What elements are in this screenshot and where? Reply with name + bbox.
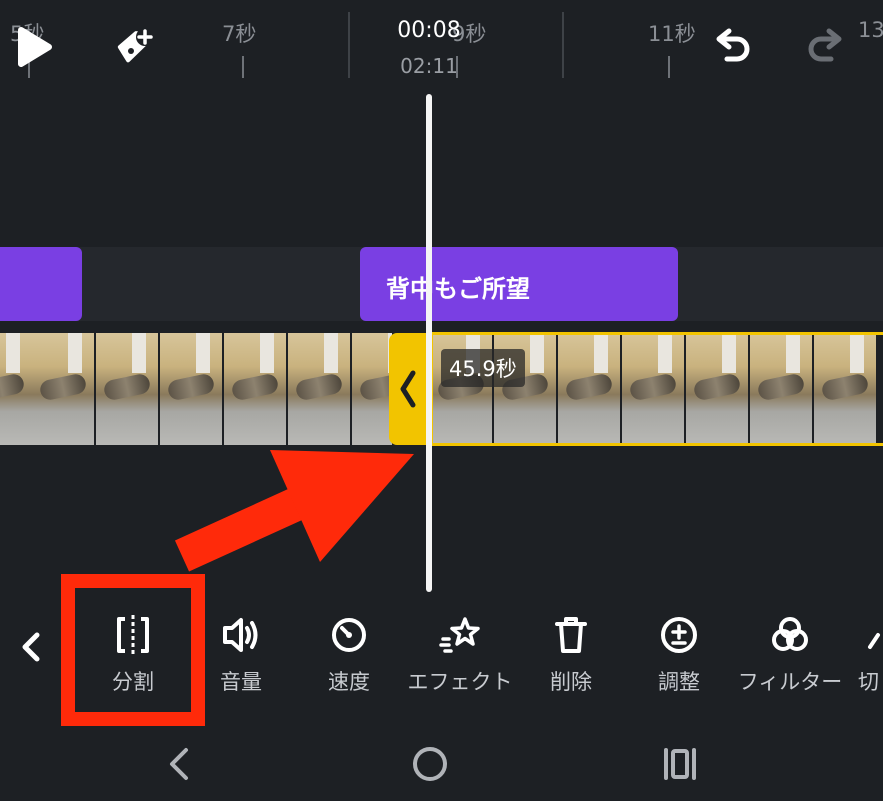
play-button[interactable]	[10, 24, 56, 70]
video-frame	[160, 333, 224, 445]
ruler-label: 13	[858, 18, 883, 42]
chevron-left-icon	[400, 370, 416, 408]
tool-effect[interactable]: エフェクト	[404, 612, 516, 696]
video-frame	[288, 333, 352, 445]
tool-label: 削除	[550, 670, 592, 694]
clip-duration-badge: 45.9秒	[441, 349, 525, 387]
trim-handle-left[interactable]	[389, 333, 429, 445]
nav-back-button[interactable]	[156, 740, 204, 788]
video-clip[interactable]	[0, 333, 392, 445]
undo-button[interactable]	[710, 24, 756, 70]
tool-crop[interactable]: 切	[846, 612, 883, 696]
text-clip[interactable]	[0, 247, 82, 321]
text-clip-label: 背中もご所望	[386, 275, 530, 303]
redo-icon	[808, 28, 842, 62]
tool-label: フィルター	[737, 670, 843, 694]
video-frame	[96, 333, 160, 445]
ruler-tick	[668, 56, 670, 78]
adjust-icon	[661, 617, 697, 653]
play-icon	[18, 27, 52, 67]
crop-icon	[868, 633, 880, 649]
nav-home-button[interactable]	[406, 740, 454, 788]
effect-icon	[439, 617, 480, 653]
tool-delete[interactable]: 削除	[516, 612, 626, 696]
recents-icon	[664, 748, 696, 780]
redo-button[interactable]	[802, 24, 848, 70]
filter-icon	[772, 617, 808, 651]
volume-icon	[223, 618, 258, 652]
tool-label: エフェクト	[407, 670, 513, 694]
undo-icon	[716, 28, 750, 62]
tool-label: 速度	[328, 670, 370, 694]
add-keyframe-button[interactable]	[112, 24, 160, 70]
ruler-tick	[562, 12, 564, 78]
ruler-label: 7秒	[222, 22, 257, 46]
tool-label: 切	[858, 670, 879, 694]
video-frame	[224, 333, 288, 445]
tool-label: 調整	[658, 670, 700, 694]
speed-icon	[332, 618, 366, 652]
chevron-left-icon	[22, 632, 40, 662]
tool-filter[interactable]: フィルター	[734, 612, 846, 696]
tool-adjust[interactable]: 調整	[624, 612, 734, 696]
delete-icon	[555, 617, 587, 653]
total-time: 02:11	[400, 54, 458, 78]
nav-recents-button[interactable]	[656, 740, 704, 788]
current-time: 00:08	[397, 18, 461, 43]
tag-plus-icon	[117, 28, 154, 63]
ruler-label: 11秒	[648, 22, 696, 46]
ruler-tick	[242, 56, 244, 78]
text-clip-selected-area[interactable]: 背中もご所望	[360, 247, 678, 321]
ruler-tick	[348, 12, 350, 78]
video-frame	[352, 333, 392, 445]
system-navigation-bar	[0, 728, 883, 801]
annotation-arrow-icon	[174, 450, 414, 572]
tool-speed[interactable]: 速度	[294, 612, 404, 696]
playhead[interactable]	[426, 94, 432, 592]
video-frame	[0, 333, 34, 445]
video-frame	[32, 333, 96, 445]
toolbar-back-button[interactable]	[12, 624, 52, 670]
back-icon	[170, 748, 188, 780]
annotation-highlight-box	[61, 574, 205, 726]
home-icon	[413, 747, 447, 781]
